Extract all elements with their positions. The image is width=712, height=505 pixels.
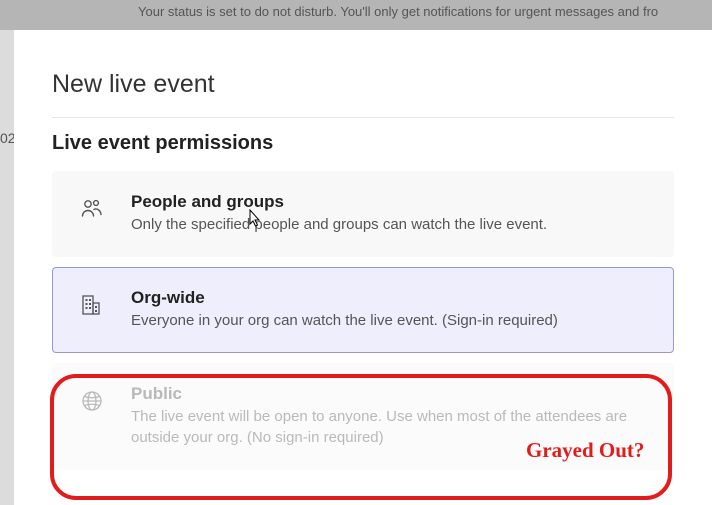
background-status-bar: Your status is set to do not disturb. Yo…: [0, 0, 712, 30]
modal-title: New live event: [52, 70, 674, 99]
divider: [52, 117, 674, 118]
option-title: People and groups: [131, 192, 649, 212]
permission-option-people-and-groups[interactable]: People and groups Only the specified peo…: [52, 171, 674, 257]
option-desc: Everyone in your org can watch the live …: [131, 310, 649, 332]
option-title: Public: [131, 384, 649, 404]
permission-option-org-wide[interactable]: Org-wide Everyone in your org can watch …: [52, 267, 674, 353]
option-content: Org-wide Everyone in your org can watch …: [131, 288, 649, 332]
people-icon: [81, 192, 103, 218]
building-icon: [81, 288, 103, 316]
new-live-event-modal: New live event Live event permissions Pe…: [14, 30, 712, 505]
permission-option-public: Public The live event will be open to an…: [52, 363, 674, 471]
option-title: Org-wide: [131, 288, 649, 308]
status-text: Your status is set to do not disturb. Yo…: [138, 4, 658, 19]
option-content: People and groups Only the specified peo…: [131, 192, 649, 236]
calendar-strip: [0, 30, 14, 505]
globe-icon: [81, 384, 103, 412]
option-desc: The live event will be open to anyone. U…: [131, 406, 649, 450]
calendar-day-number: 02: [0, 130, 14, 146]
option-content: Public The live event will be open to an…: [131, 384, 649, 450]
option-desc: Only the specified people and groups can…: [131, 214, 649, 236]
section-heading: Live event permissions: [52, 132, 674, 155]
